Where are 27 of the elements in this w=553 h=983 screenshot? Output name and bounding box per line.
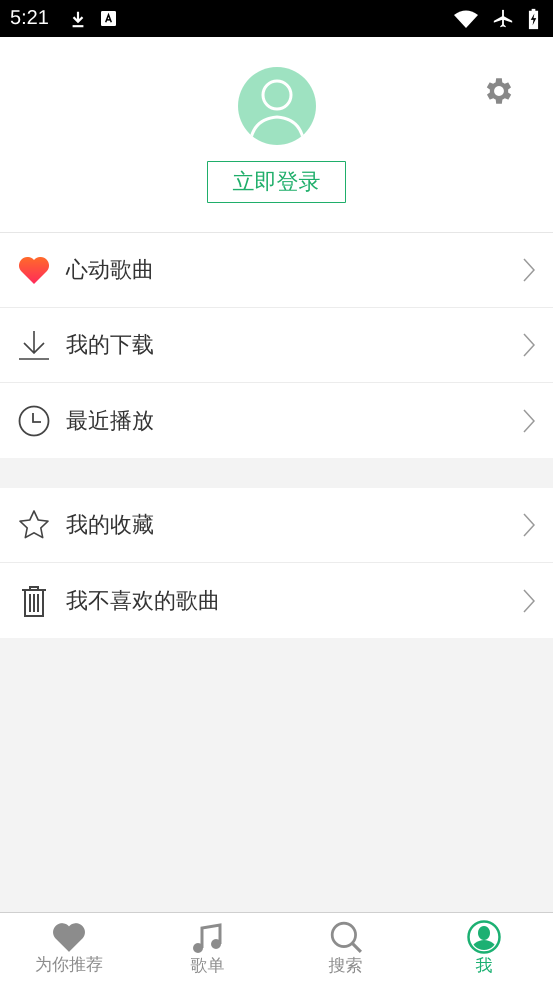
- chevron-icon: [523, 513, 535, 537]
- wifi-icon: [454, 10, 478, 28]
- menu-label: 心动歌曲: [66, 257, 155, 285]
- menu-item[interactable]: 我的收藏: [0, 488, 553, 563]
- menu-label: 我的收藏: [66, 512, 155, 540]
- battery-icon: [528, 8, 539, 30]
- menu-item[interactable]: 心动歌曲: [0, 233, 553, 308]
- download-icon: [18, 329, 50, 361]
- font-icon: [100, 11, 116, 26]
- menu-item[interactable]: 最近播放: [0, 383, 553, 458]
- heart-icon: [18, 255, 50, 285]
- status-time: 5:21: [10, 7, 49, 30]
- chevron-icon: [523, 408, 535, 432]
- airplane-icon: [492, 8, 514, 30]
- search-icon: [328, 920, 363, 954]
- menu-label: 最近播放: [66, 408, 155, 436]
- menu-label: 我的下载: [66, 332, 155, 360]
- chevron-icon: [523, 258, 535, 282]
- menu-item[interactable]: 我的下载: [0, 308, 553, 383]
- menu-item[interactable]: 我不喜欢的歌曲: [0, 563, 553, 638]
- chevron-icon: [523, 333, 535, 357]
- menu-label: 我不喜欢的歌曲: [66, 588, 221, 616]
- star-icon: [18, 509, 50, 541]
- clock-icon: [18, 404, 50, 436]
- heart-icon: [52, 920, 86, 952]
- chevron-icon: [523, 588, 535, 612]
- profile-icon: [466, 920, 501, 954]
